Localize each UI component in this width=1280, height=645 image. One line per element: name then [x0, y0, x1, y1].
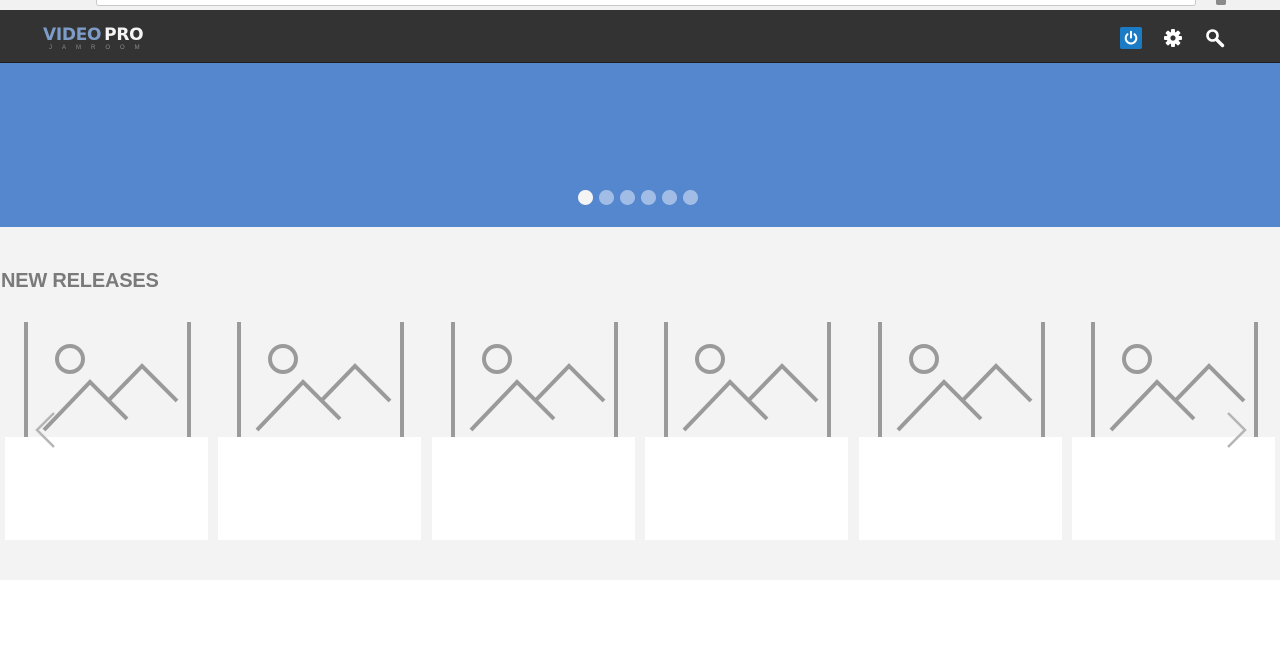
card-body: [218, 437, 422, 540]
browser-extension-icon[interactable]: [1216, 0, 1226, 5]
slider-dot[interactable]: [599, 190, 614, 205]
card-body: [858, 437, 1062, 540]
search-icon[interactable]: [1204, 27, 1226, 49]
card-body: [1072, 437, 1275, 540]
image-placeholder-icon: [432, 322, 635, 437]
logo-subtitle: JAMROOM: [49, 45, 150, 51]
logo-word-pro: PRO: [104, 25, 144, 45]
release-card[interactable]: [858, 322, 1062, 540]
card-body: [645, 437, 849, 540]
gear-icon[interactable]: [1162, 27, 1184, 49]
section-title: NEW RELEASES: [1, 270, 159, 292]
site-logo[interactable]: VIDEO PRO JAMROOM: [43, 24, 163, 54]
slider-dot[interactable]: [683, 190, 698, 205]
slider-dot[interactable]: [641, 190, 656, 205]
browser-chrome: [0, 0, 1280, 10]
address-bar[interactable]: [96, 0, 1196, 6]
image-placeholder-icon: [645, 322, 848, 437]
power-icon[interactable]: [1120, 27, 1142, 49]
carousel-prev-arrow-icon[interactable]: [34, 409, 58, 451]
slider-dot[interactable]: [620, 190, 635, 205]
image-placeholder-icon: [859, 322, 1062, 437]
slider-pagination: [578, 190, 704, 205]
image-placeholder-icon: [218, 322, 421, 437]
card-body: [431, 437, 635, 540]
logo-text: VIDEO PRO: [43, 24, 144, 46]
release-card[interactable]: [645, 322, 849, 540]
logo-word-video: VIDEO: [43, 25, 102, 45]
card-body: [5, 437, 208, 540]
new-releases-section: NEW RELEASES: [0, 227, 1280, 580]
carousel-next-arrow-icon[interactable]: [1224, 409, 1248, 451]
slider-dot[interactable]: [662, 190, 677, 205]
release-card[interactable]: [218, 322, 422, 540]
release-card[interactable]: [431, 322, 635, 540]
slider-dot[interactable]: [578, 190, 593, 205]
top-navigation-bar: VIDEO PRO JAMROOM: [0, 10, 1280, 63]
